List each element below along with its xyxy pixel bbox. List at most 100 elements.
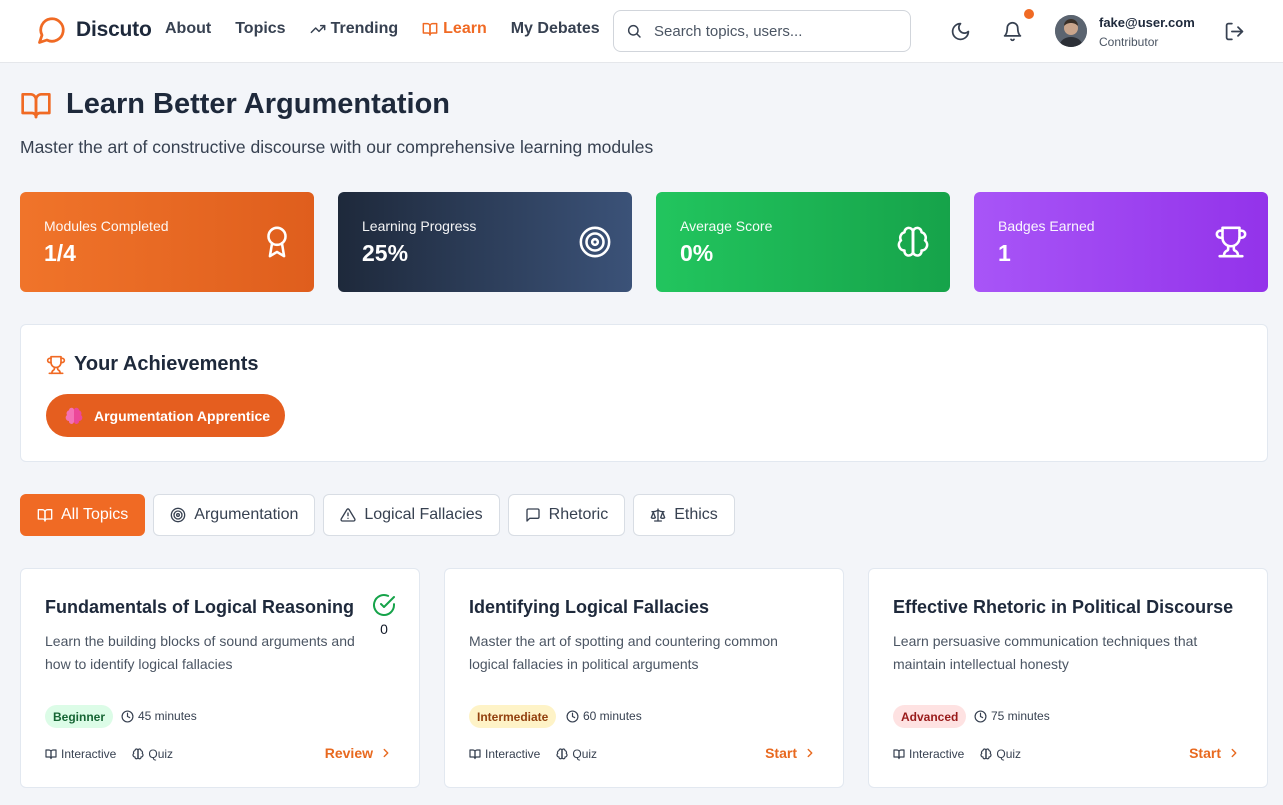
logout-icon[interactable]: [1224, 21, 1245, 42]
feature-quiz: Quiz: [996, 747, 1022, 761]
module-card[interactable]: Identifying Logical Fallacies Master the…: [444, 568, 844, 788]
module-features: Interactive Quiz: [893, 747, 1021, 761]
level-badge: Intermediate: [469, 705, 557, 728]
nav-my-debates[interactable]: My Debates: [511, 20, 600, 38]
start-button[interactable]: Start: [765, 745, 817, 761]
stat-value: 1/4: [44, 240, 76, 266]
trophy-icon: [1215, 226, 1247, 258]
module-duration: 60 minutes: [566, 709, 642, 723]
nav-topics[interactable]: Topics: [235, 20, 285, 38]
search-box[interactable]: [613, 10, 911, 52]
nav-topics-label: Topics: [235, 20, 286, 37]
chevron-right-icon: [383, 748, 389, 758]
chevron-right-icon: [1231, 748, 1237, 758]
tab-label: Logical Fallacies: [364, 506, 483, 523]
start-button[interactable]: Start: [1189, 745, 1241, 761]
chevron-right-icon: [807, 748, 813, 758]
module-card[interactable]: Fundamentals of Logical Reasoning 0 Lear…: [20, 568, 420, 788]
book-open-icon: [21, 92, 51, 118]
module-duration: 45 minutes: [121, 709, 197, 723]
bell-icon[interactable]: [1002, 21, 1023, 42]
tab-argumentation[interactable]: Argumentation: [153, 494, 316, 536]
moon-icon[interactable]: [950, 21, 971, 42]
warning-icon: [340, 508, 356, 522]
module-title: Effective Rhetoric in Political Discours…: [893, 597, 1234, 617]
target-icon: [579, 226, 611, 258]
nav-trending[interactable]: Trending: [310, 20, 399, 38]
trending-up-icon: [310, 24, 325, 34]
achievement-badge-label: Argumentation Apprentice: [94, 407, 271, 424]
trophy-icon: [46, 355, 66, 374]
search-input[interactable]: [654, 22, 894, 40]
module-description: Master the art of spotting and counterin…: [469, 633, 778, 672]
app-logo[interactable]: Discuto: [37, 15, 152, 45]
tab-logical-fallacies[interactable]: Logical Fallacies: [323, 494, 500, 536]
page-heading: Learn Better Argumentation: [66, 88, 451, 120]
page-title: Learn Better Argumentation: [20, 88, 450, 121]
clock-icon: [121, 709, 134, 723]
brain-icon: [65, 407, 83, 424]
level-badge: Beginner: [45, 705, 114, 728]
tab-rhetoric[interactable]: Rhetoric: [507, 494, 626, 536]
check-circle-icon: [373, 594, 395, 617]
stat-value: 0%: [680, 240, 714, 266]
nav-about[interactable]: About: [165, 20, 211, 38]
user-role: Contributor: [1099, 35, 1159, 49]
stat-value: 25%: [362, 240, 409, 266]
module-card[interactable]: Effective Rhetoric in Political Discours…: [868, 568, 1268, 788]
feature-quiz: Quiz: [572, 747, 598, 761]
level-badge: Advanced: [893, 705, 967, 728]
book-icon: [37, 509, 53, 522]
duration-label: 60 minutes: [583, 709, 642, 723]
module-title: Identifying Logical Fallacies: [469, 597, 710, 617]
message-icon: [525, 508, 540, 522]
achievements-panel: Your Achievements Argumentation Apprenti…: [20, 324, 1268, 462]
stat-label: Average Score: [680, 218, 773, 234]
nav-learn[interactable]: Learn: [422, 20, 487, 38]
nav-my-debates-label: My Debates: [510, 20, 600, 37]
stat-value: 1: [998, 240, 1011, 266]
tab-ethics[interactable]: Ethics: [633, 494, 735, 536]
stat-card-badges-earned: Badges Earned 1: [974, 192, 1268, 292]
stat-label: Learning Progress: [362, 218, 477, 234]
book-icon: [893, 749, 905, 760]
brain-icon: [132, 748, 144, 760]
achievements-heading: Your Achievements: [74, 353, 259, 375]
brain-icon: [556, 748, 568, 760]
tab-label: Argumentation: [194, 506, 299, 523]
tab-label: All Topics: [61, 506, 129, 523]
main-nav: About Topics Trending Learn My Debates: [165, 20, 624, 38]
stat-card-learning-progress: Learning Progress 25%: [338, 192, 632, 292]
user-avatar-icon: [1055, 15, 1087, 47]
review-button[interactable]: Review: [325, 745, 393, 761]
brain-icon: [980, 748, 992, 760]
tab-label: Ethics: [674, 506, 718, 523]
topic-filter-tabs: All Topics Argumentation Logical Fallaci…: [20, 494, 735, 536]
notification-dot: [1024, 9, 1034, 19]
module-score: 0: [380, 621, 388, 637]
award-icon: [267, 226, 287, 258]
tab-all-topics[interactable]: All Topics: [20, 494, 146, 536]
brain-icon: [897, 226, 929, 257]
feature-interactive: Interactive: [61, 747, 117, 761]
feature-interactive: Interactive: [485, 747, 541, 761]
app-name: Discuto: [76, 18, 152, 41]
feature-quiz: Quiz: [148, 747, 174, 761]
duration-label: 45 minutes: [138, 709, 197, 723]
nav-trending-label: Trending: [330, 20, 399, 37]
tab-label: Rhetoric: [548, 506, 609, 523]
book-open-icon: [422, 22, 438, 36]
module-description: Learn persuasive communication technique…: [893, 633, 1198, 672]
module-duration: 75 minutes: [974, 709, 1050, 723]
module-features: Interactive Quiz: [469, 747, 597, 761]
stat-card-average-score: Average Score 0%: [656, 192, 950, 292]
avatar[interactable]: [1055, 15, 1087, 47]
user-email: fake@user.com: [1099, 15, 1195, 30]
chat-bubble-icon: [38, 17, 65, 44]
duration-label: 75 minutes: [991, 709, 1050, 723]
feature-interactive: Interactive: [909, 747, 965, 761]
achievement-badge[interactable]: Argumentation Apprentice: [46, 394, 286, 437]
achievements-title: Your Achievements: [46, 353, 259, 376]
search-icon: [627, 24, 641, 38]
action-label: Review: [324, 745, 373, 761]
